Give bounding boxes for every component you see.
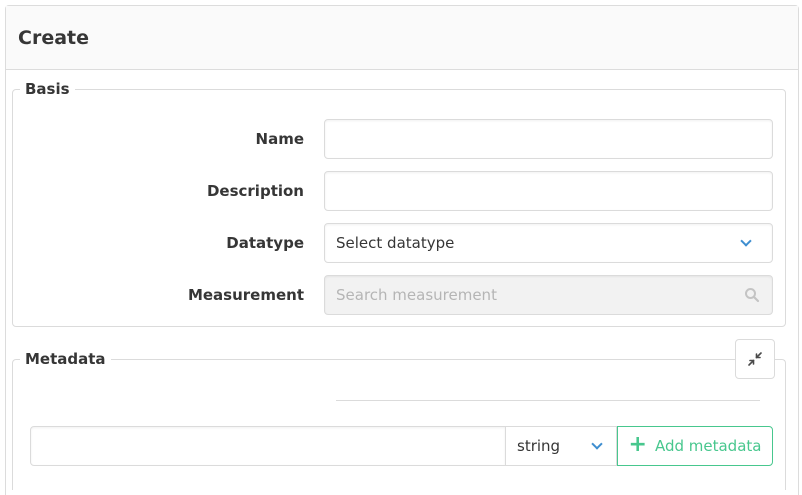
measurement-search-input[interactable]: Search measurement xyxy=(324,275,773,315)
measurement-placeholder: Search measurement xyxy=(336,286,497,304)
description-label: Description xyxy=(206,182,304,200)
add-metadata-label: Add metadata xyxy=(654,437,762,455)
datatype-select[interactable]: Select datatype xyxy=(324,223,773,263)
datatype-label: Datatype xyxy=(226,234,304,252)
name-input[interactable] xyxy=(324,119,773,159)
description-row: Description xyxy=(18,171,790,211)
metadata-key-input[interactable] xyxy=(30,426,506,466)
compress-icon xyxy=(748,352,762,366)
name-label: Name xyxy=(255,130,304,148)
metadata-divider xyxy=(336,400,760,401)
metadata-fieldset: Metadata xyxy=(12,350,786,490)
basis-legend: Basis xyxy=(25,80,70,98)
datatype-selected-value: Select datatype xyxy=(336,234,455,252)
search-icon xyxy=(745,288,760,303)
metadata-legend: Metadata xyxy=(25,350,106,368)
description-input[interactable] xyxy=(324,171,773,211)
compress-button[interactable] xyxy=(735,339,775,379)
page-title: Create xyxy=(18,26,89,49)
add-metadata-row: string + Add metadata xyxy=(30,426,773,466)
measurement-row: Measurement Search measurement xyxy=(18,275,790,315)
metadata-type-value: string xyxy=(517,437,561,455)
plus-icon: + xyxy=(628,432,647,457)
add-metadata-button[interactable]: + Add metadata xyxy=(617,426,773,466)
datatype-row: Datatype Select datatype xyxy=(18,223,790,263)
chevron-down-icon xyxy=(591,438,603,450)
card-header: Create xyxy=(6,6,798,70)
chevron-down-icon xyxy=(740,235,752,247)
name-row: Name xyxy=(18,119,790,159)
measurement-label: Measurement xyxy=(187,286,304,304)
metadata-type-select[interactable]: string xyxy=(505,426,617,466)
